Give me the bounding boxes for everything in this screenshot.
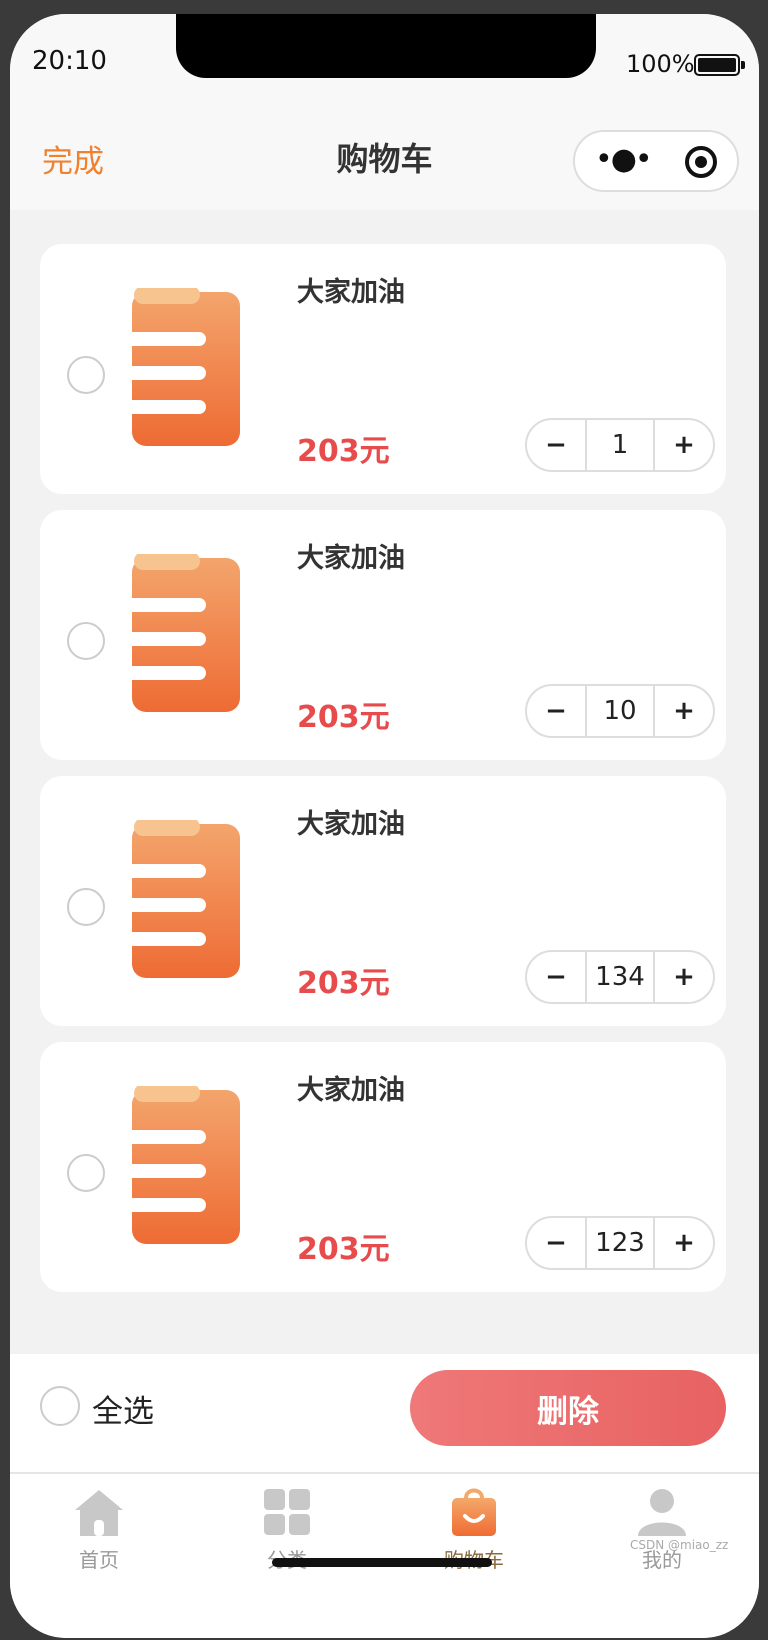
product-name: 大家加油	[297, 277, 405, 308]
product-thumbnail-icon	[132, 1086, 240, 1244]
product-name: 大家加油	[297, 1075, 405, 1106]
miniprogram-capsule: •●•	[573, 130, 739, 192]
product-thumbnail-icon	[132, 820, 240, 978]
category-icon	[264, 1489, 310, 1535]
phone-screen: 20:10 100% 完成 购物车 •●• 大家加油 203元 − 1 + 大家…	[10, 14, 759, 1638]
notch	[176, 14, 596, 78]
home-icon	[75, 1490, 123, 1536]
tab-bar: 首页 分类 购物车	[10, 1472, 759, 1638]
select-all-label[interactable]: 全选	[92, 1386, 154, 1431]
product-price: 203元	[297, 434, 390, 469]
quantity-stepper: − 123 +	[525, 1216, 715, 1270]
cart-list: 大家加油 203元 − 1 + 大家加油 203元 − 10 + 大家加油 20…	[40, 244, 726, 1308]
delete-button[interactable]: 删除	[410, 1370, 726, 1446]
decrease-button[interactable]: −	[527, 952, 585, 1002]
increase-button[interactable]: +	[655, 420, 713, 470]
quantity-stepper: − 10 +	[525, 684, 715, 738]
item-select-radio[interactable]	[67, 356, 105, 394]
quantity-stepper: − 1 +	[525, 418, 715, 472]
cart-action-bar: 全选 删除	[10, 1354, 759, 1472]
increase-button[interactable]: +	[655, 1218, 713, 1268]
cart-item-card: 大家加油 203元 − 134 +	[40, 776, 726, 1026]
profile-icon	[638, 1489, 686, 1536]
status-time: 20:10	[32, 46, 107, 76]
item-select-radio[interactable]	[67, 888, 105, 926]
product-price: 203元	[297, 700, 390, 735]
battery-icon	[694, 54, 745, 76]
increase-button[interactable]: +	[655, 686, 713, 736]
product-thumbnail-icon	[132, 288, 240, 446]
tab-profile[interactable]: 我的	[602, 1484, 722, 1573]
decrease-button[interactable]: −	[527, 420, 585, 470]
navigation-bar: 完成 购物车 •●•	[10, 114, 759, 210]
increase-button[interactable]: +	[655, 952, 713, 1002]
quantity-input[interactable]: 1	[585, 420, 655, 470]
cart-bag-icon	[452, 1488, 496, 1536]
quantity-input[interactable]: 123	[585, 1218, 655, 1268]
item-select-radio[interactable]	[67, 1154, 105, 1192]
cart-item-card: 大家加油 203元 − 1 +	[40, 244, 726, 494]
cart-item-card: 大家加油 203元 − 123 +	[40, 1042, 726, 1292]
more-icon[interactable]: •●•	[595, 145, 653, 175]
quantity-stepper: − 134 +	[525, 950, 715, 1004]
close-target-icon[interactable]	[685, 146, 717, 178]
decrease-button[interactable]: −	[527, 686, 585, 736]
product-name: 大家加油	[297, 543, 405, 574]
status-bar: 20:10 100%	[10, 14, 759, 114]
decrease-button[interactable]: −	[527, 1218, 585, 1268]
product-thumbnail-icon	[132, 554, 240, 712]
product-price: 203元	[297, 966, 390, 1001]
product-price: 203元	[297, 1232, 390, 1267]
select-all-radio[interactable]	[40, 1386, 80, 1426]
tab-home[interactable]: 首页	[39, 1484, 159, 1573]
product-name: 大家加油	[297, 809, 405, 840]
battery-percentage: 100%	[626, 50, 695, 78]
item-select-radio[interactable]	[67, 622, 105, 660]
quantity-input[interactable]: 10	[585, 686, 655, 736]
home-indicator	[272, 1558, 492, 1567]
tab-home-label: 首页	[79, 1548, 119, 1572]
watermark: CSDN @miao_zz	[630, 1538, 729, 1552]
quantity-input[interactable]: 134	[585, 952, 655, 1002]
cart-item-card: 大家加油 203元 − 10 +	[40, 510, 726, 760]
